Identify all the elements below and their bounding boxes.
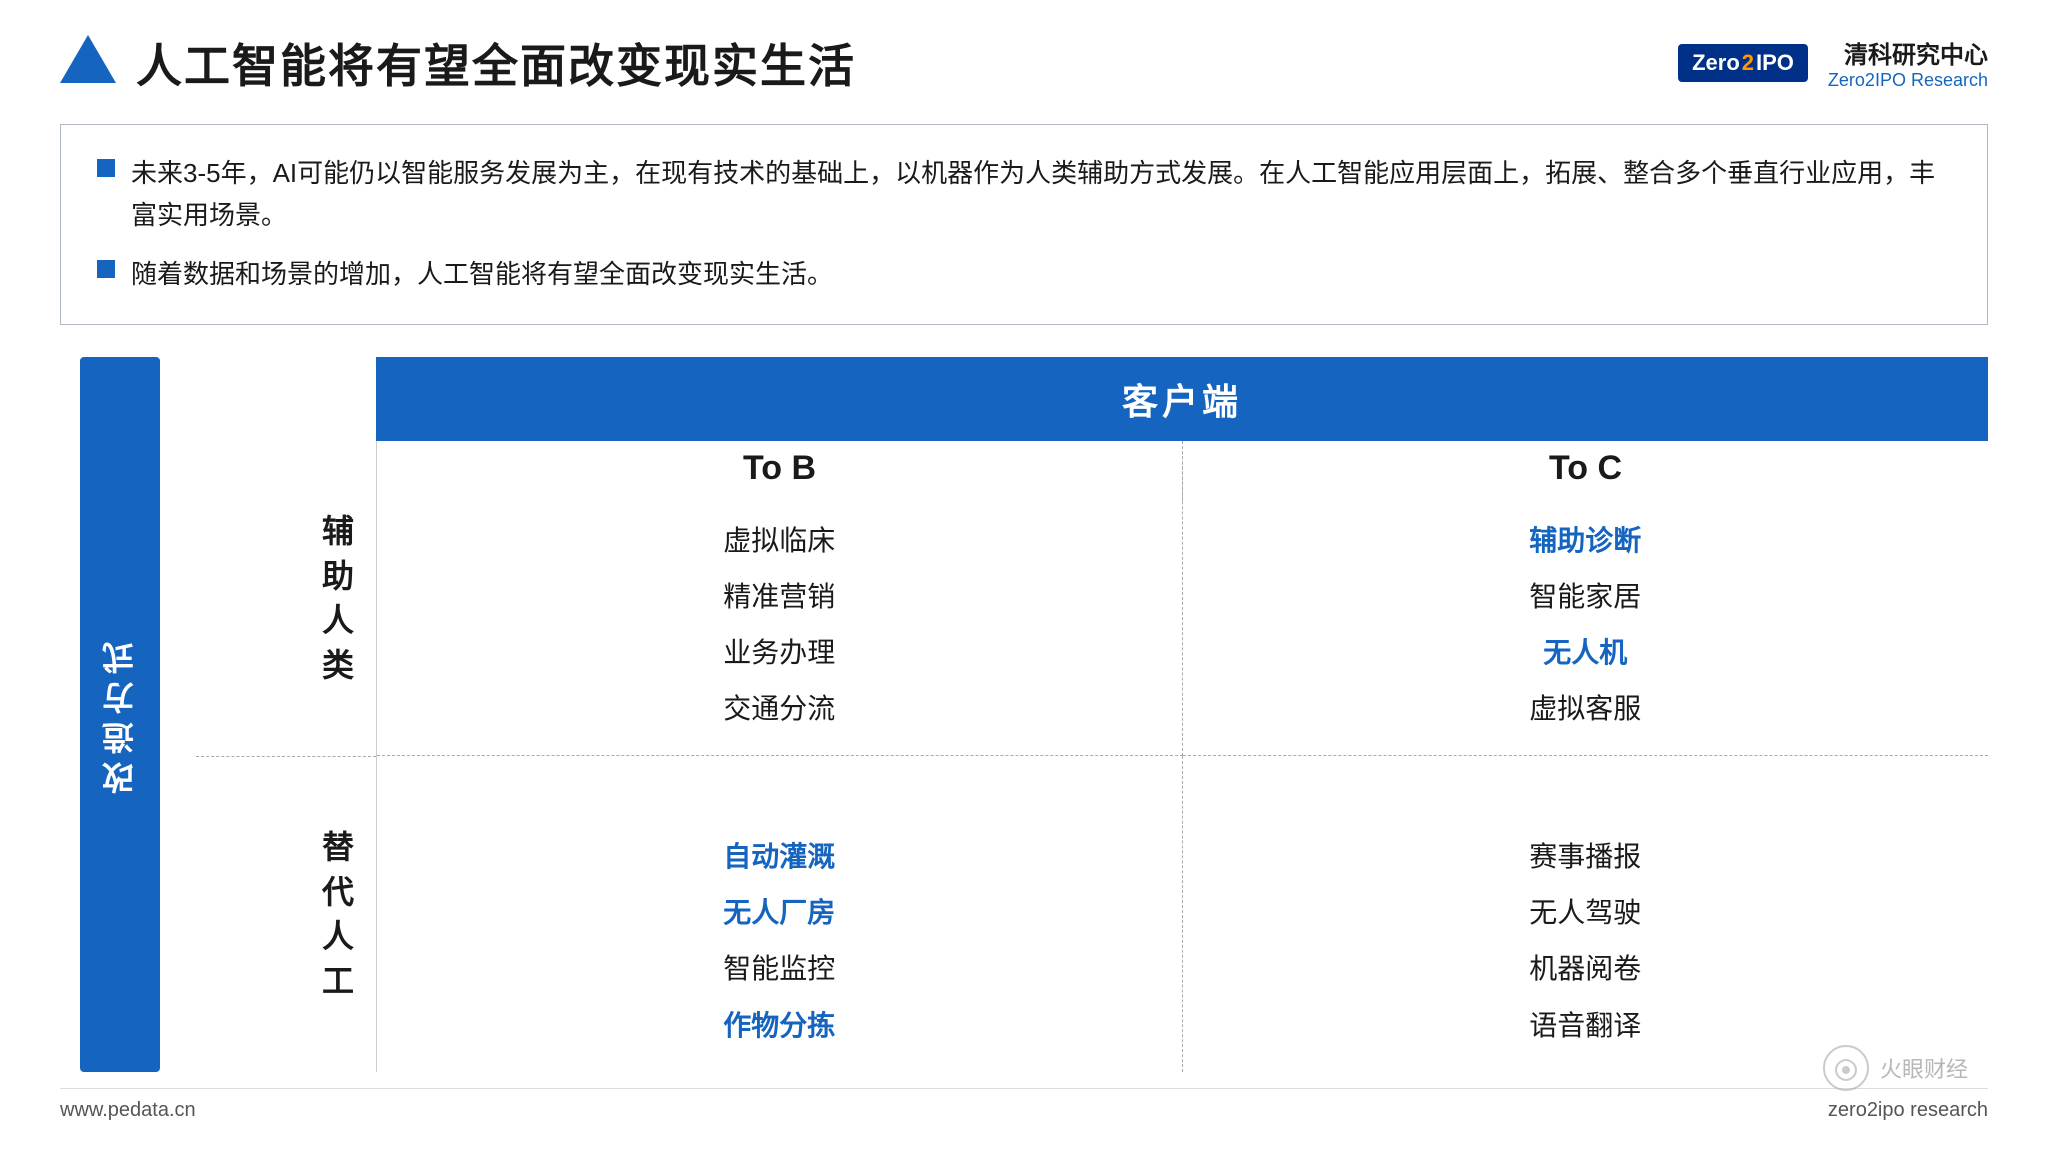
item-wrfc: 无人厂房 [723, 887, 835, 935]
item-qiyj: 机器阅卷 [1529, 943, 1641, 991]
kh-left-spacer [196, 357, 376, 441]
col-header-c: To C [1182, 441, 1988, 501]
item-znjk: 智能监控 [723, 943, 835, 991]
logo-2: 2 [1742, 50, 1754, 76]
row-label-assist-text: 辅助人类 [322, 509, 356, 688]
customer-header: 客户端 [376, 357, 1988, 441]
bullet-box: 未来3-5年，AI可能仍以智能服务发展为主，在现有技术的基础上，以机器作为人类辅… [60, 124, 1988, 325]
item-ssbg: 赛事播报 [1529, 831, 1641, 879]
item-znj: 智能家居 [1529, 571, 1641, 619]
item-fzzd: 辅助诊断 [1529, 515, 1641, 563]
watermark-icon [1822, 1044, 1870, 1092]
header-left: 人工智能将有望全面改变现实生活 [60, 30, 856, 96]
watermark-text: 火眼财经 [1880, 1052, 1968, 1084]
brand-text: 清科研究中心 Zero2IPO Research [1828, 35, 1988, 91]
row-label-replace: 替代人工 [196, 757, 376, 1072]
item-xnlc: 虚拟临床 [723, 515, 835, 563]
footer: www.pedata.cn zero2ipo research [60, 1088, 1988, 1122]
left-label-col: 改造方式 [60, 357, 180, 1072]
item-zwfj: 作物分拣 [723, 1000, 835, 1048]
item-wrj: 无人机 [1543, 627, 1627, 675]
logo-box: Zero 2 IPO [1678, 44, 1808, 82]
item-ywbl: 业务办理 [723, 627, 835, 675]
left-label-text: 改造方式 [97, 634, 143, 794]
brand-en: Zero2IPO Research [1828, 70, 1988, 91]
item-wrjs: 无人驾驶 [1529, 887, 1641, 935]
logo-zero: Zero [1692, 50, 1740, 76]
grid-area: 辅助人类 替代人工 To B To C 虚拟临床 [196, 441, 1988, 1072]
col-headers: To B To C [377, 441, 1988, 501]
quadrant-br: 赛事播报 无人驾驶 机器阅卷 语音翻译 [1183, 756, 1989, 1072]
footer-right: zero2ipo research [1828, 1099, 1988, 1122]
bullet-text-2: 随着数据和场景的增加，人工智能将有望全面改变现实生活。 [131, 254, 833, 296]
col-header-b: To B [377, 441, 1182, 501]
page-title: 人工智能将有望全面改变现实生活 [136, 30, 856, 96]
triangle-icon [60, 35, 116, 83]
header: 人工智能将有望全面改变现实生活 Zero 2 IPO 清科研究中心 Zero2I… [60, 30, 1988, 96]
brand-cn: 清科研究中心 [1828, 35, 1988, 70]
row-label-assist: 辅助人类 [196, 441, 376, 757]
row-labels: 辅助人类 替代人工 [196, 441, 376, 1072]
quadrant-grid: To B To C 虚拟临床 精准营销 业务办理 交通分流 辅助诊断 智能家居 [376, 441, 1988, 1072]
item-yyfy: 语音翻译 [1529, 1000, 1641, 1048]
item-zdgg: 自动灌溉 [723, 831, 835, 879]
logo-ipo: IPO [1756, 50, 1794, 76]
vertical-bar: 改造方式 [80, 357, 160, 1072]
bullet-item-2: 随着数据和场景的增加，人工智能将有望全面改变现实生活。 [97, 254, 1951, 296]
diagram-content: 客户端 辅助人类 替代人工 To B [196, 357, 1988, 1072]
footer-left: www.pedata.cn [60, 1099, 196, 1122]
bullet-item-1: 未来3-5年，AI可能仍以智能服务发展为主，在现有技术的基础上，以机器作为人类辅… [97, 153, 1951, 236]
row-label-replace-text: 替代人工 [322, 825, 356, 1004]
header-right: Zero 2 IPO 清科研究中心 Zero2IPO Research [1678, 35, 1988, 91]
diagram-area: 改造方式 客户端 辅助人类 替代人工 [60, 357, 1988, 1072]
kh-header-row: 客户端 [196, 357, 1988, 441]
item-xnkf: 虚拟客服 [1529, 683, 1641, 731]
bullet-square-1 [97, 159, 115, 177]
bullet-square-2 [97, 260, 115, 278]
item-jzyx: 精准营销 [723, 571, 835, 619]
quadrant-bl: 自动灌溉 无人厂房 智能监控 作物分拣 [377, 756, 1183, 1072]
item-jtfl: 交通分流 [723, 683, 835, 731]
watermark: 火眼财经 [1822, 1044, 1968, 1092]
bullet-text-1: 未来3-5年，AI可能仍以智能服务发展为主，在现有技术的基础上，以机器作为人类辅… [131, 153, 1951, 236]
page-container: 人工智能将有望全面改变现实生活 Zero 2 IPO 清科研究中心 Zero2I… [0, 0, 2048, 1152]
